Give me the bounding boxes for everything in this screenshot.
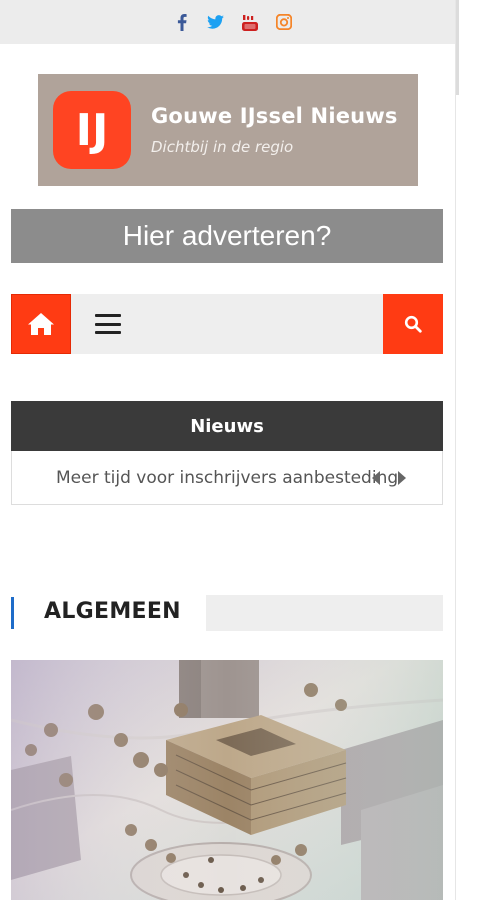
social-bar	[0, 0, 455, 44]
architecture-illustration	[11, 660, 443, 900]
ticker-prev-icon[interactable]	[366, 467, 388, 489]
search-icon	[404, 315, 422, 333]
search-button[interactable]	[383, 294, 443, 354]
news-ticker-heading: Nieuws	[11, 401, 443, 451]
scrollbar-track[interactable]	[455, 0, 482, 900]
scrollbar-thumb[interactable]	[456, 0, 459, 95]
logo-text: Gouwe IJssel Nieuws Dichtbij in de regio	[151, 104, 398, 156]
instagram-icon[interactable]	[274, 12, 294, 32]
home-icon	[28, 313, 54, 335]
site-logo[interactable]: IJ Gouwe IJssel Nieuws Dichtbij in de re…	[38, 74, 418, 186]
site-title: Gouwe IJssel Nieuws	[151, 104, 398, 128]
home-button[interactable]	[11, 294, 71, 354]
ticker-controls	[366, 467, 412, 489]
facebook-icon[interactable]	[172, 12, 192, 32]
section-divider	[206, 595, 443, 631]
ticker-next-icon[interactable]	[390, 467, 412, 489]
section-accent-bar	[11, 597, 14, 629]
twitter-icon[interactable]	[206, 12, 226, 32]
youtube-icon[interactable]	[240, 12, 260, 32]
section-heading: ALGEMEEN	[11, 595, 443, 631]
site-tagline: Dichtbij in de regio	[151, 138, 294, 156]
hamburger-menu-icon[interactable]	[95, 312, 121, 336]
page: IJ Gouwe IJssel Nieuws Dichtbij in de re…	[0, 0, 455, 900]
featured-article-image[interactable]	[11, 660, 443, 900]
section-title[interactable]: ALGEMEEN	[44, 599, 181, 624]
main-navbar	[11, 294, 443, 354]
news-ticker: Meer tijd voor inschrijvers aanbesteding	[11, 451, 443, 505]
ticker-headline[interactable]: Meer tijd voor inschrijvers aanbesteding	[56, 468, 398, 488]
logo-mark: IJ	[53, 91, 131, 169]
advertise-banner[interactable]: Hier adverteren?	[11, 209, 443, 263]
